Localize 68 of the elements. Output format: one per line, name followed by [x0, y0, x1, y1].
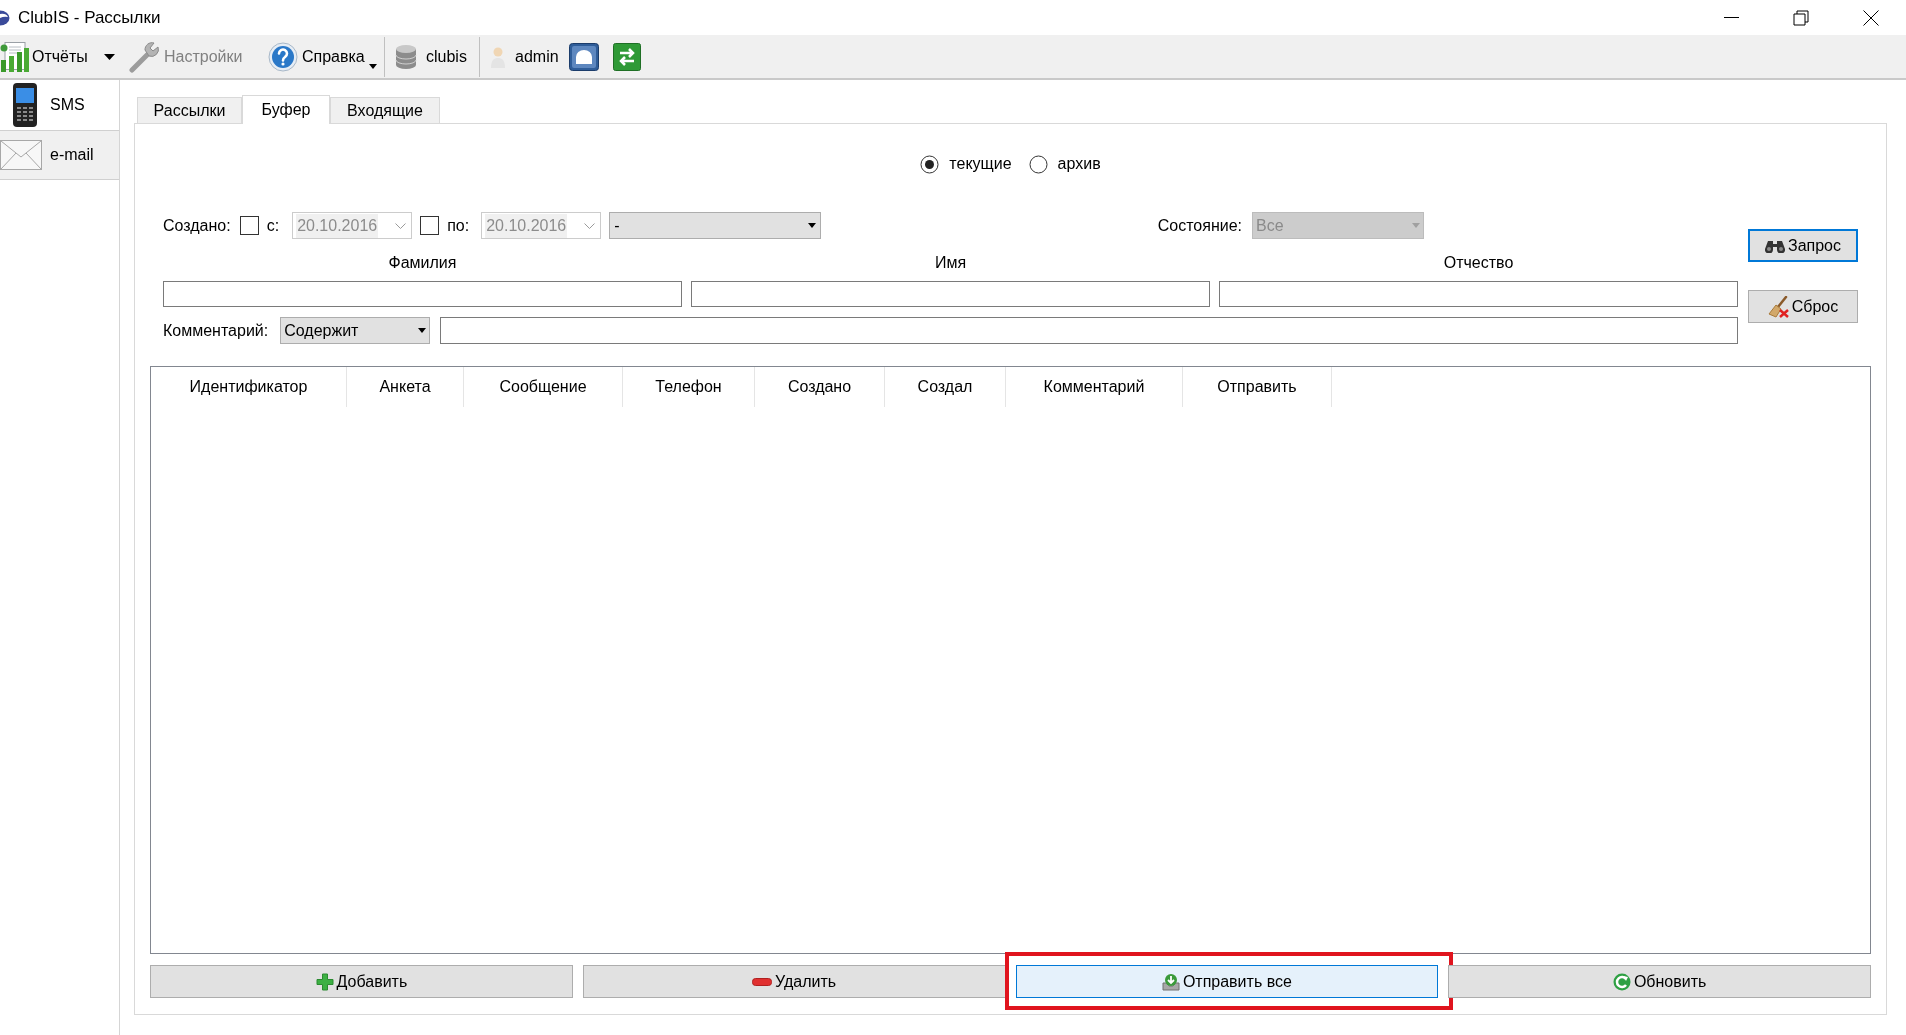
column-header[interactable]: Создано — [755, 367, 885, 407]
person-icon — [491, 45, 505, 68]
field-label: Комментарий: — [163, 320, 269, 341]
column-header[interactable]: Идентификатор — [151, 367, 347, 407]
binoculars-icon — [1765, 238, 1785, 253]
window-title: ClubIS - Рассылки — [18, 6, 161, 29]
caret-icon — [368, 64, 377, 69]
download-tray-icon — [1161, 972, 1180, 991]
field-label: Имя — [934, 253, 967, 273]
action-button[interactable]: Обновить — [1448, 965, 1871, 998]
user-button[interactable]: admin — [491, 35, 559, 78]
refresh-icon — [1612, 972, 1631, 991]
broom-icon — [1767, 295, 1790, 318]
field-label: Отчество — [1443, 253, 1514, 273]
chevron-down-icon — [584, 222, 596, 229]
plus-icon — [315, 972, 334, 991]
action-button[interactable]: Отправить все — [1015, 965, 1439, 998]
reset-button[interactable]: Сброс — [1748, 290, 1858, 323]
action-button[interactable]: Удалить — [582, 965, 1006, 998]
close-icon — [1863, 9, 1879, 26]
radio-button[interactable] — [1028, 154, 1048, 174]
tab[interactable]: Входящие — [330, 97, 440, 123]
help-menu-button[interactable]: Справка — [266, 35, 380, 78]
text-field[interactable] — [691, 281, 1210, 307]
help-icon — [268, 41, 298, 72]
text-field[interactable] — [440, 317, 1738, 344]
caret-icon — [103, 53, 115, 60]
minus-icon — [752, 977, 773, 986]
envelope-icon — [0, 140, 42, 170]
caret-icon — [1412, 223, 1420, 228]
lock-icon — [568, 42, 599, 71]
database-icon — [395, 43, 417, 70]
caret-icon — [808, 223, 817, 228]
field-label: Создано: — [163, 215, 231, 236]
dropdown[interactable]: - — [609, 212, 822, 239]
column-header[interactable]: Отправить — [1183, 367, 1332, 407]
wrench-icon — [128, 40, 160, 73]
chevron-down-icon — [395, 222, 407, 229]
tab[interactable]: Буфер — [242, 95, 330, 124]
text-field[interactable] — [163, 281, 682, 307]
exit-arrows-icon — [612, 42, 641, 71]
column-header[interactable]: Телефон — [623, 367, 755, 407]
tab[interactable]: Рассылки — [137, 97, 242, 123]
bar-chart-icon — [0, 40, 30, 73]
database-button[interactable]: clubis — [395, 35, 471, 78]
radio-label: архив — [1057, 154, 1101, 174]
action-button[interactable]: Добавить — [150, 965, 573, 998]
minimize-icon — [1723, 17, 1739, 18]
field-label: Состояние: — [1157, 215, 1242, 236]
column-header[interactable]: Комментарий — [1006, 367, 1183, 407]
field-label: с: — [266, 215, 280, 236]
checkbox[interactable] — [239, 216, 259, 235]
field-label: Фамилия — [388, 253, 457, 273]
column-header[interactable]: Создал — [885, 367, 1006, 407]
checkbox[interactable] — [420, 216, 440, 235]
column-header[interactable]: Сообщение — [464, 367, 623, 407]
caret-icon — [418, 328, 427, 333]
reports-menu-button[interactable]: Отчёты — [0, 35, 96, 78]
column-header[interactable]: Анкета — [347, 367, 464, 407]
radio-button[interactable] — [920, 154, 940, 174]
restore-icon — [1793, 9, 1809, 26]
query-button[interactable]: Запрос — [1748, 229, 1858, 262]
sidebar-item[interactable]: e-mail — [0, 130, 119, 180]
radio-label: текущие — [949, 154, 1012, 174]
text-field[interactable] — [1219, 281, 1738, 307]
phone-icon — [12, 82, 38, 128]
dropdown[interactable]: Содержит — [280, 317, 431, 344]
field-label: по: — [447, 215, 470, 236]
